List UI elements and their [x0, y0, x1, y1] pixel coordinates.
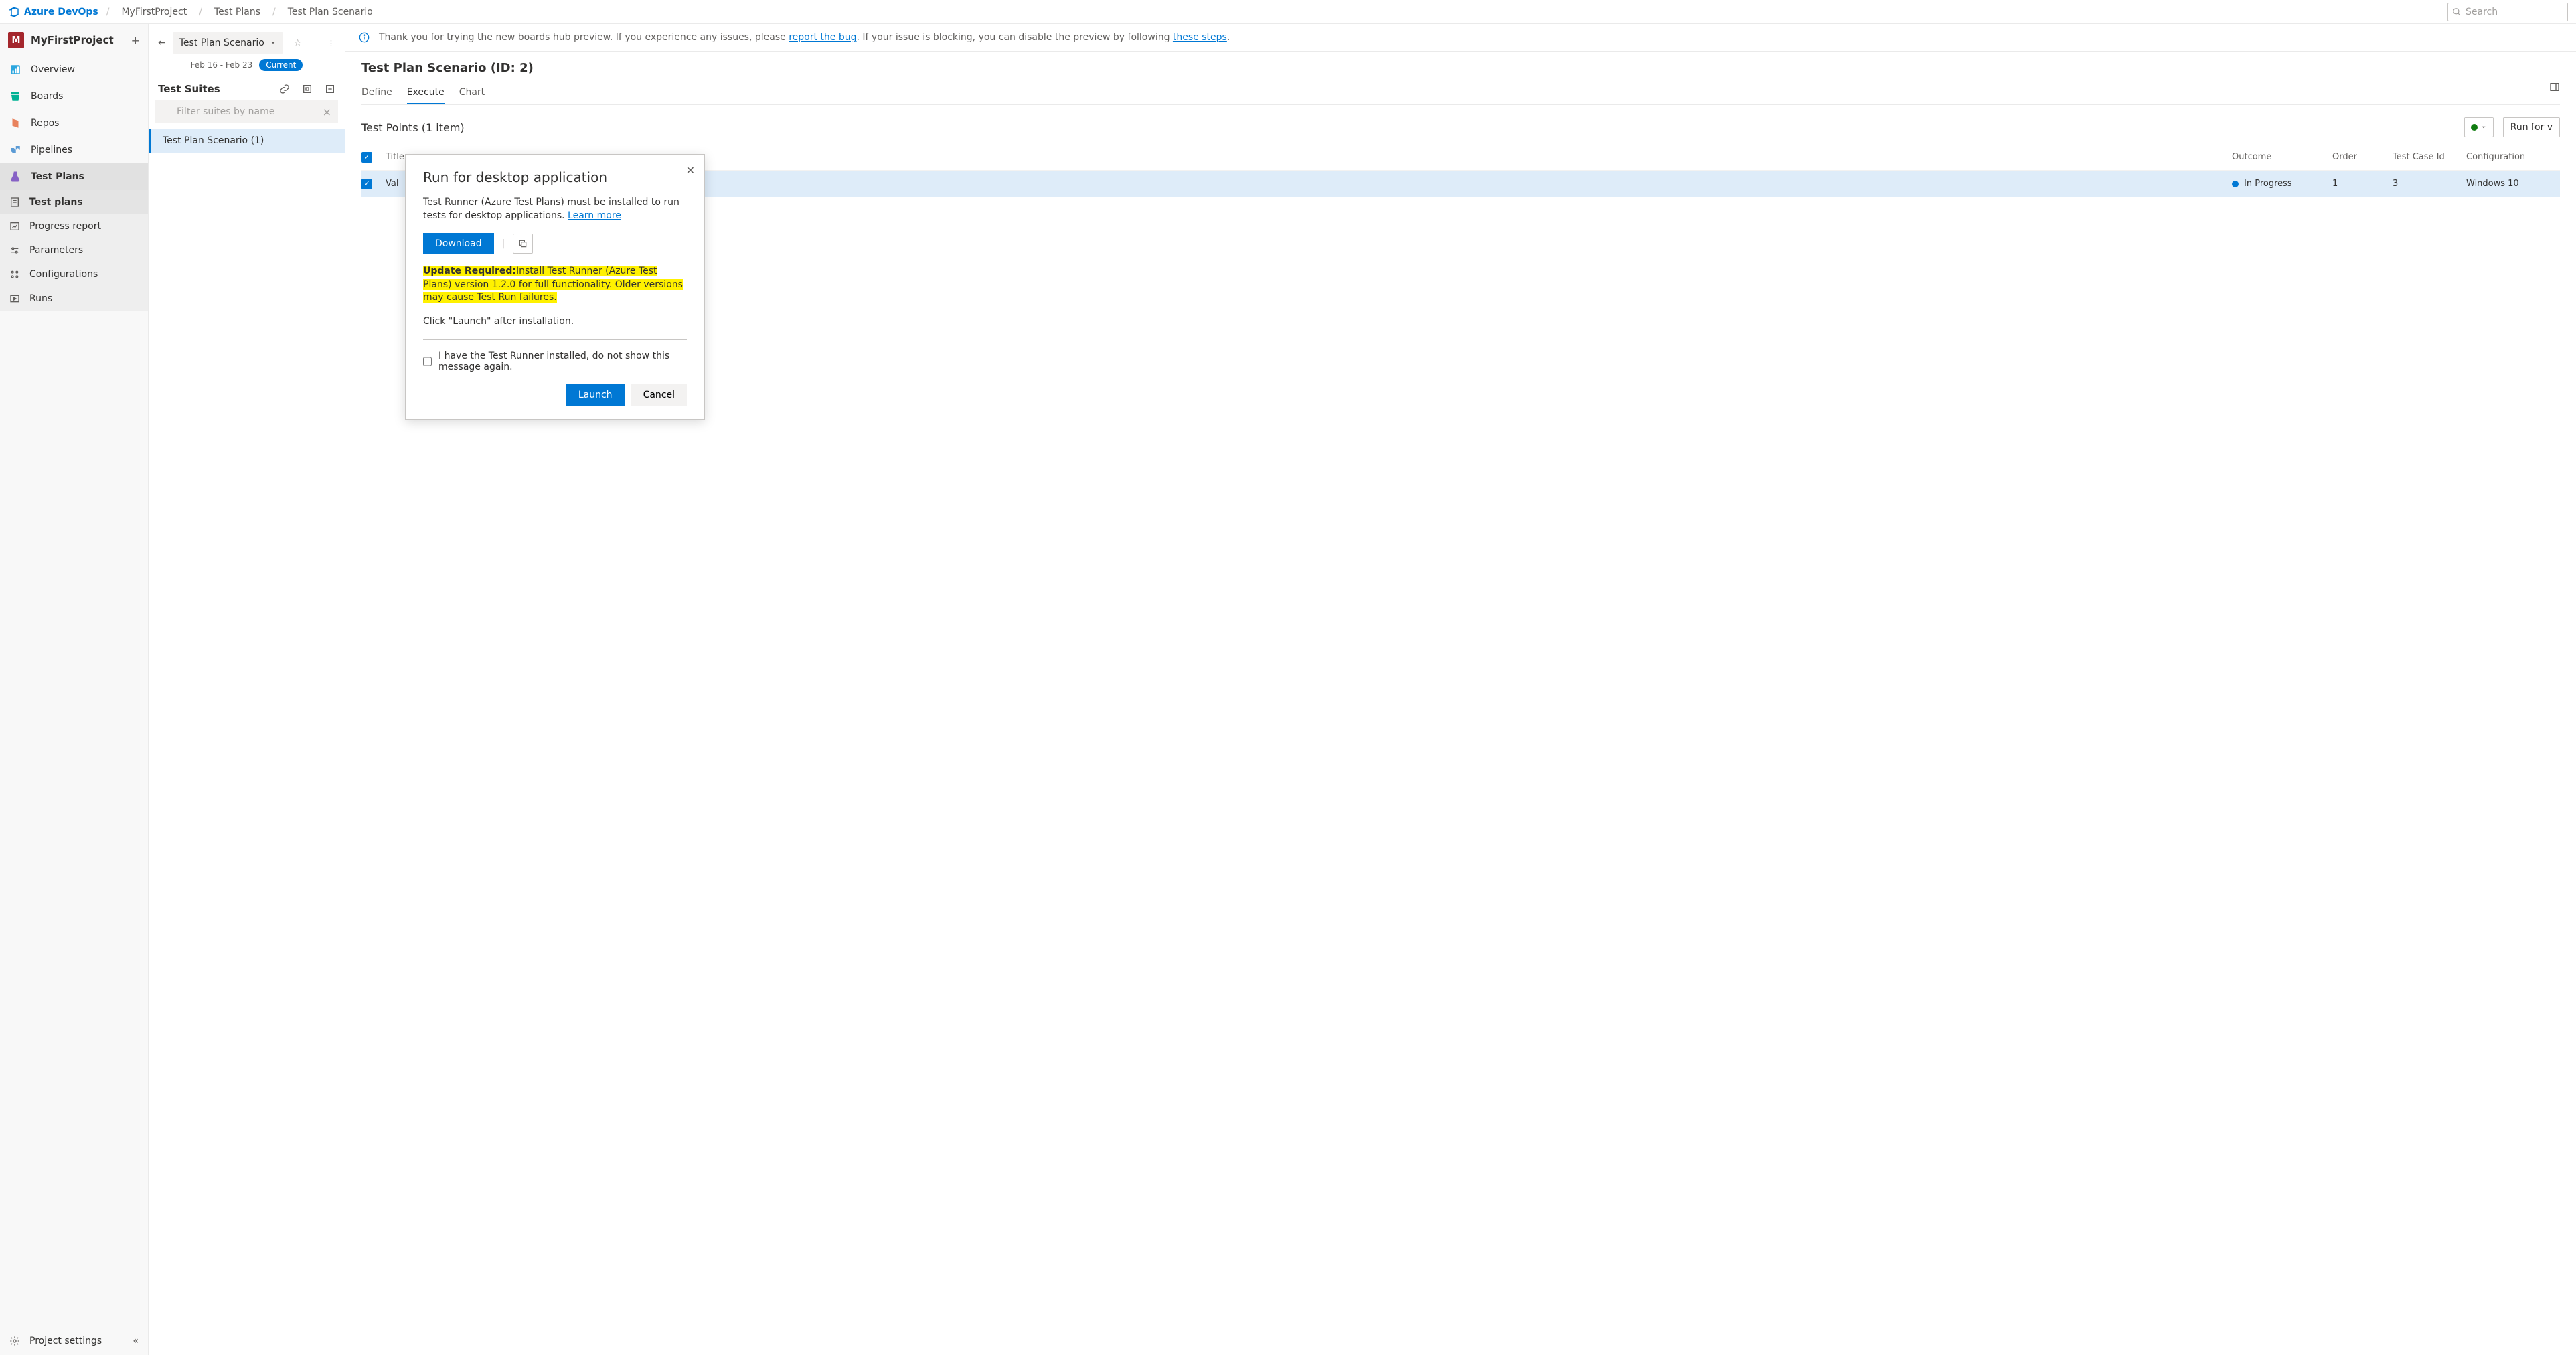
clear-filter-icon[interactable]: ×: [323, 106, 331, 118]
back-arrow-icon[interactable]: ←: [158, 37, 166, 48]
nav-test-plans[interactable]: Test Plans: [0, 163, 148, 190]
cancel-button[interactable]: Cancel: [631, 384, 687, 406]
progress-icon: [9, 221, 20, 232]
chevron-down-icon: [270, 39, 276, 46]
filter-icon: [162, 107, 171, 116]
test-suites-heading: Test Suites: [158, 83, 220, 95]
crumb-plan[interactable]: Test Plan Scenario: [288, 7, 373, 17]
run-for-button[interactable]: Run for v: [2503, 117, 2560, 137]
learn-more-link[interactable]: Learn more: [568, 210, 621, 221]
project-name: MyFirstProject: [31, 34, 114, 46]
testplans-sub-icon: [9, 197, 20, 208]
repos-icon: [9, 117, 21, 129]
chevron-down-icon: [2480, 124, 2487, 131]
search-icon: [2452, 7, 2462, 17]
crumb-testplans[interactable]: Test Plans: [214, 7, 260, 17]
azure-devops-icon: [8, 6, 20, 18]
plan-selector[interactable]: Test Plan Scenario: [173, 32, 283, 54]
brand-label: Azure DevOps: [24, 7, 98, 17]
overview-icon: [9, 64, 21, 76]
launch-hint: Click "Launch" after installation.: [423, 315, 687, 329]
current-badge: Current: [259, 59, 303, 71]
left-sidebar: M MyFirstProject + Overview Boards Repos…: [0, 24, 149, 1355]
select-all-checkbox[interactable]: ✓: [361, 152, 372, 163]
collapse-icon[interactable]: [325, 84, 335, 94]
add-icon[interactable]: +: [131, 34, 140, 47]
these-steps-link[interactable]: these steps: [1173, 32, 1227, 43]
tab-execute[interactable]: Execute: [407, 82, 445, 104]
date-range: Feb 16 - Feb 23: [191, 60, 253, 70]
copy-icon[interactable]: [513, 234, 533, 254]
collapse-sidebar-icon[interactable]: «: [133, 1336, 139, 1346]
preview-banner: Thank you for trying the new boards hub …: [345, 24, 2576, 52]
brand[interactable]: Azure DevOps: [8, 6, 98, 18]
download-button[interactable]: Download: [423, 233, 494, 254]
filter-suites-input[interactable]: Filter suites by name ×: [155, 100, 338, 123]
subnav-progress-report[interactable]: Progress report: [0, 214, 148, 238]
project-header[interactable]: M MyFirstProject +: [0, 24, 148, 56]
nav-boards[interactable]: Boards: [0, 83, 148, 110]
row-checkbox[interactable]: ✓: [361, 179, 372, 189]
search-input[interactable]: Search: [2447, 3, 2568, 21]
report-bug-link[interactable]: report the bug: [789, 32, 856, 43]
subnav-parameters[interactable]: Parameters: [0, 238, 148, 262]
nav-pipelines[interactable]: Pipelines: [0, 137, 148, 163]
pipelines-icon: [9, 144, 21, 156]
in-progress-icon: [2232, 181, 2239, 187]
tab-chart[interactable]: Chart: [459, 82, 485, 104]
crumb-project[interactable]: MyFirstProject: [121, 7, 187, 17]
plan-title: Test Plan Scenario (ID: 2): [361, 61, 2560, 75]
close-icon[interactable]: ✕: [686, 164, 695, 177]
link-icon[interactable]: [279, 84, 290, 94]
subnav-configurations[interactable]: Configurations: [0, 262, 148, 287]
star-icon[interactable]: ☆: [294, 38, 302, 48]
subnav-runs[interactable]: Runs: [0, 287, 148, 311]
info-icon: [359, 32, 370, 43]
run-desktop-modal: ✕ Run for desktop application Test Runne…: [405, 154, 705, 420]
pass-dot-icon: [2471, 124, 2478, 131]
project-avatar: M: [8, 32, 24, 48]
modal-title: Run for desktop application: [423, 169, 687, 185]
tab-define[interactable]: Define: [361, 82, 392, 104]
test-points-heading: Test Points (1 item): [361, 121, 465, 134]
suite-panel: ← Test Plan Scenario ☆ ⋮ Feb 16 - Feb 23…: [149, 24, 345, 1355]
launch-button[interactable]: Launch: [566, 384, 625, 406]
more-menu-icon[interactable]: ⋮: [327, 39, 335, 48]
search-placeholder: Search: [2466, 7, 2498, 17]
parameters-icon: [9, 245, 20, 256]
remember-label: I have the Test Runner installed, do not…: [438, 351, 687, 372]
suite-tree-item[interactable]: Test Plan Scenario (1): [149, 129, 345, 153]
gear-icon: [9, 1336, 20, 1346]
nav-overview[interactable]: Overview: [0, 56, 148, 83]
boards-icon: [9, 90, 21, 102]
configurations-icon: [9, 269, 20, 280]
subnav-test-plans[interactable]: Test plans: [0, 190, 148, 214]
nav-repos[interactable]: Repos: [0, 110, 148, 137]
test-plans-icon: [9, 171, 21, 183]
breadcrumb: /MyFirstProject /Test Plans /Test Plan S…: [106, 7, 373, 17]
expand-icon[interactable]: [302, 84, 313, 94]
outcome-filter[interactable]: [2464, 117, 2494, 137]
remember-checkbox[interactable]: [423, 356, 432, 367]
runs-icon: [9, 293, 20, 304]
project-settings-link[interactable]: Project settings: [29, 1336, 102, 1346]
panel-toggle-icon[interactable]: [2549, 82, 2560, 104]
